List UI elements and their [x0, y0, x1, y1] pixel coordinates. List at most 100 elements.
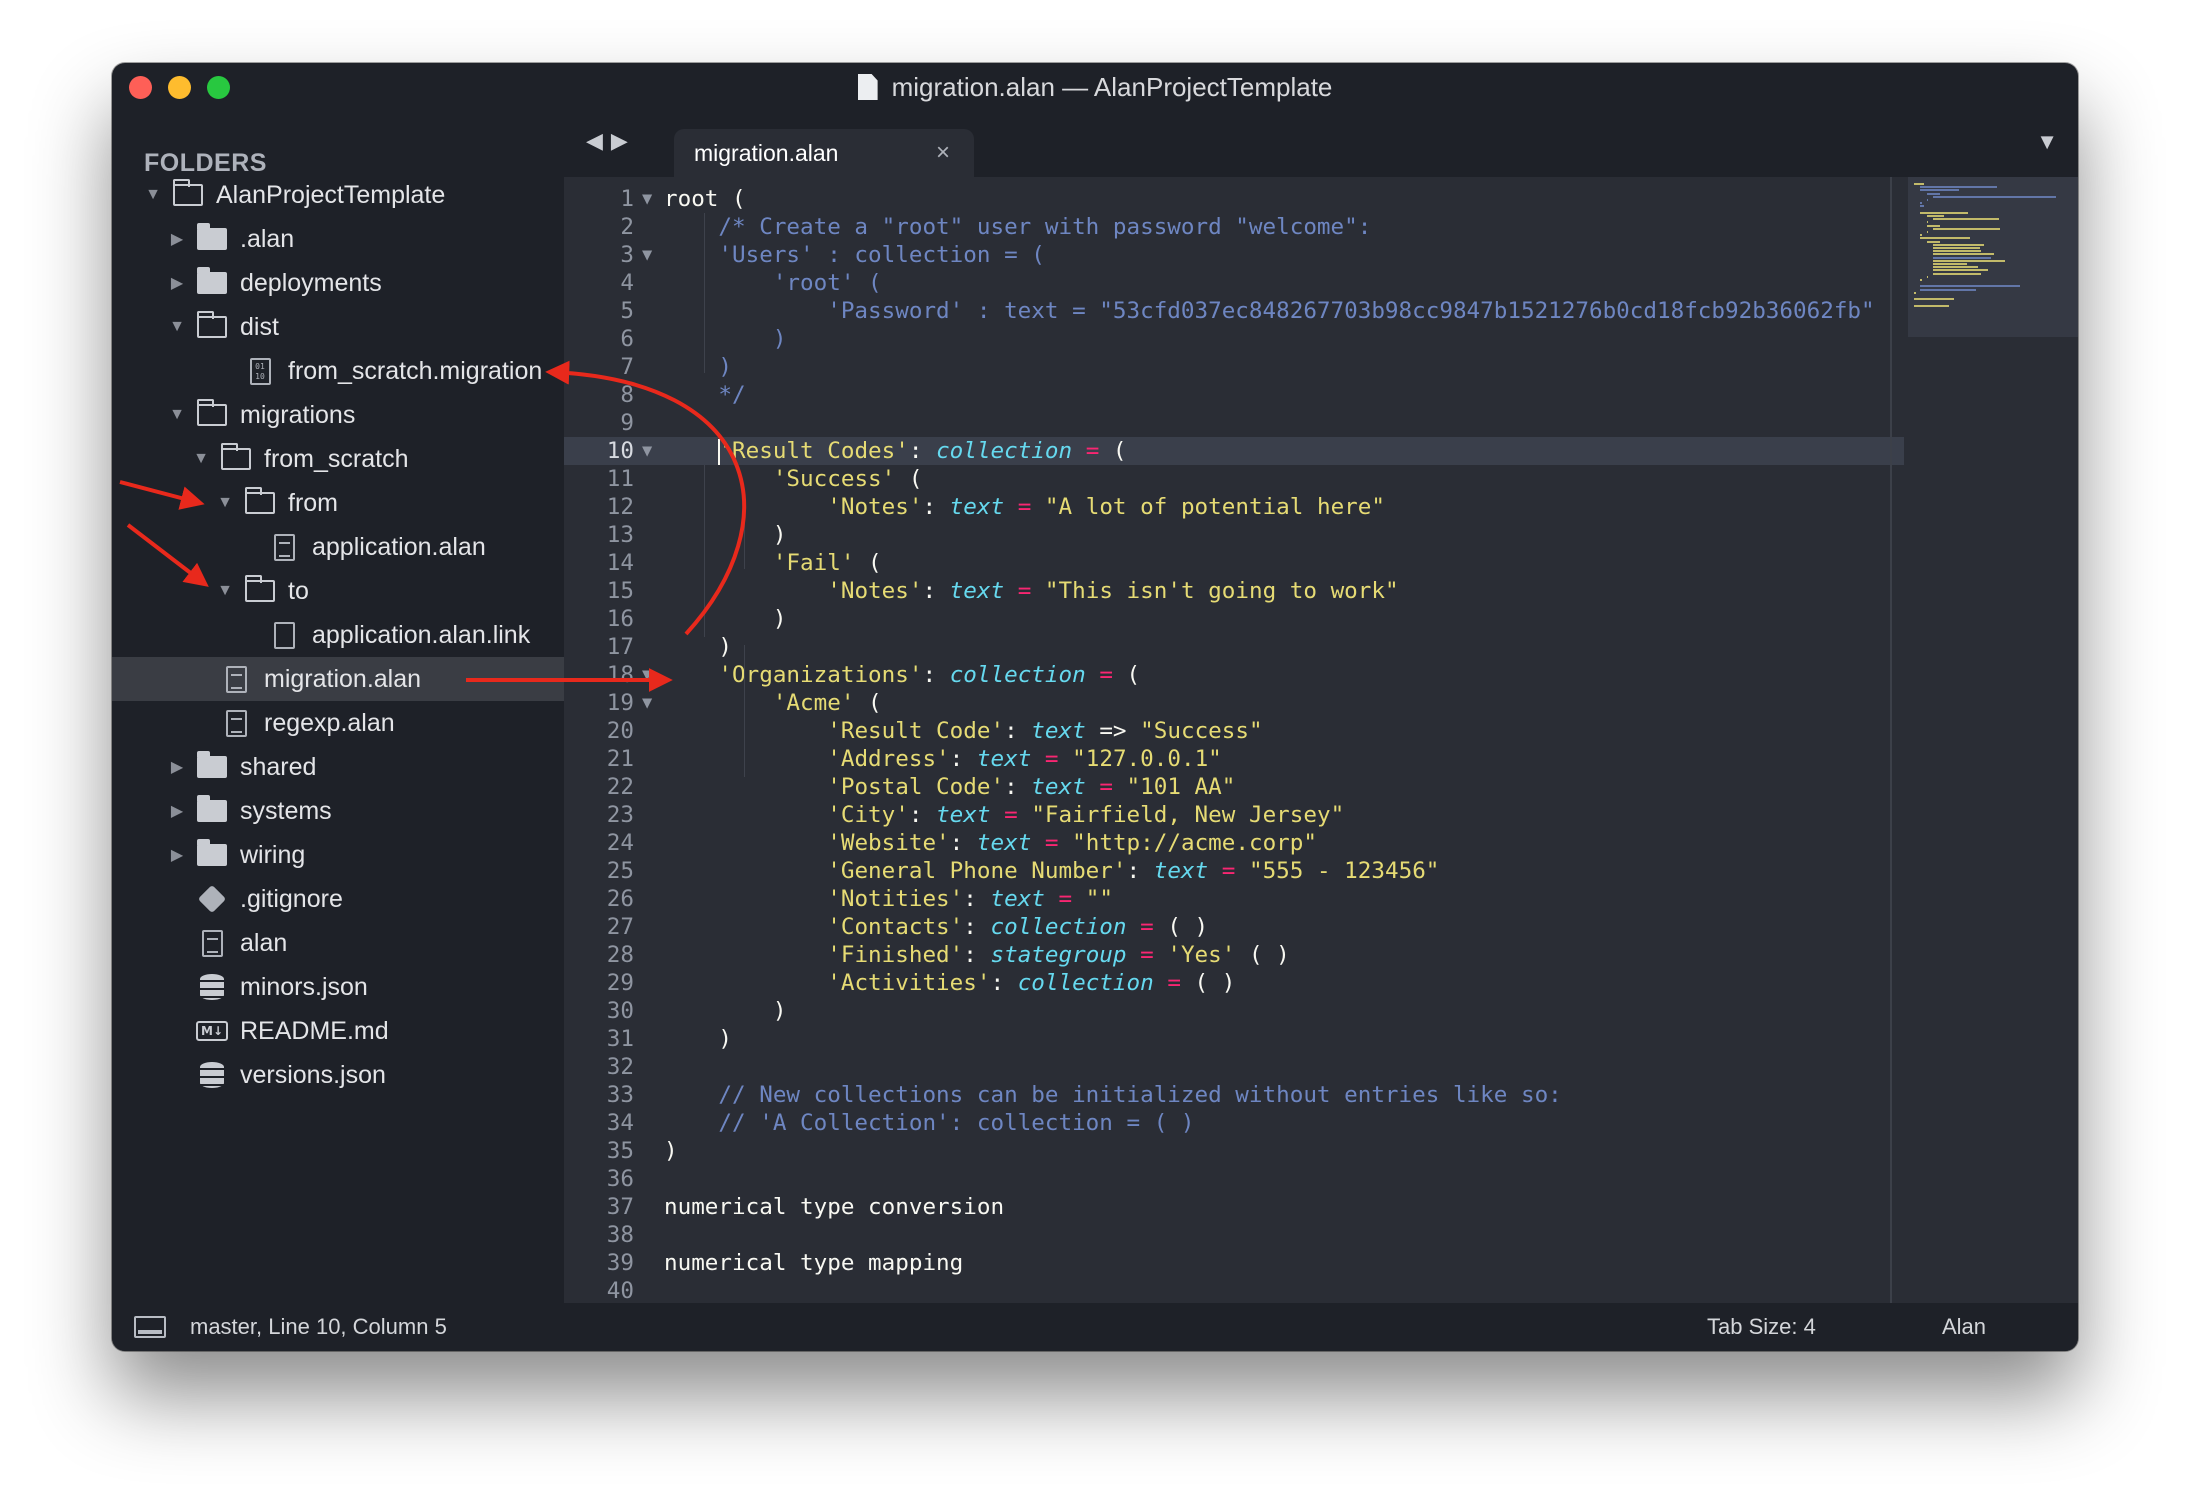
zoom-window-button[interactable]: [207, 76, 230, 99]
close-window-button[interactable]: [129, 76, 152, 99]
fold-toggle-icon[interactable]: ▼: [642, 241, 652, 269]
line-number: 22: [606, 774, 634, 800]
code-line[interactable]: 19 ▼ 'Acme' (: [564, 689, 1904, 717]
tab-migration-alan[interactable]: migration.alan ×: [674, 129, 974, 177]
tree-item[interactable]: versions.json: [112, 1053, 564, 1097]
code-text: ): [664, 354, 733, 380]
code-line[interactable]: 22 'Postal Code': text = "101 AA": [564, 773, 1904, 801]
disclosure-open-icon[interactable]: ▼: [192, 450, 210, 468]
fold-toggle-icon[interactable]: ▼: [642, 661, 652, 689]
indent-guide: [704, 465, 705, 637]
code-line[interactable]: 34 // 'A Collection': collection = ( ): [564, 1109, 1904, 1137]
tree-item[interactable]: regexp.alan: [112, 701, 564, 745]
disclosure-open-icon[interactable]: ▼: [216, 582, 234, 600]
tree-item[interactable]: ▶ shared: [112, 745, 564, 789]
code-line[interactable]: 6 ): [564, 325, 1904, 353]
disclosure-open-icon[interactable]: ▼: [216, 494, 234, 512]
minimap-line: [1920, 234, 1922, 237]
tree-item[interactable]: 01 10 from_scratch.migration: [112, 349, 564, 393]
code-editor[interactable]: 1 ▼ root (2 /* Create a "root" user with p…: [564, 177, 2078, 1303]
code-line[interactable]: 37 numerical type conversion: [564, 1193, 1904, 1221]
disclosure-open-icon[interactable]: ▼: [168, 318, 186, 336]
tree-item[interactable]: ▼ dist: [112, 305, 564, 349]
minimap-line: [1933, 253, 1994, 256]
fold-toggle-icon[interactable]: ▼: [642, 185, 652, 213]
code-line[interactable]: 35): [564, 1137, 1904, 1165]
code-line[interactable]: 10 ▼ 'Result Codes': collection = (: [564, 437, 1904, 465]
code-line[interactable]: 3 ▼ 'Users' : collection = (: [564, 241, 1904, 269]
code-line[interactable]: 5 'Password' : text = "53cfd037ec8482677…: [564, 297, 1904, 325]
disclosure-closed-icon[interactable]: ▶: [168, 845, 186, 865]
tree-item[interactable]: application.alan.link: [112, 613, 564, 657]
code-line[interactable]: 39 numerical type mapping: [564, 1249, 1904, 1277]
tree-item[interactable]: ▼ from_scratch: [112, 437, 564, 481]
code-line[interactable]: 8 */: [564, 381, 1904, 409]
tree-item[interactable]: ▶ systems: [112, 789, 564, 833]
code-line[interactable]: 13 ): [564, 521, 1904, 549]
tree-item[interactable]: ▼ from: [112, 481, 564, 525]
code-line[interactable]: 36: [564, 1165, 1904, 1193]
code-text: ): [664, 1138, 678, 1164]
disclosure-closed-icon[interactable]: ▶: [168, 801, 186, 821]
disclosure-open-icon[interactable]: ▼: [168, 406, 186, 424]
code-line[interactable]: 7 ): [564, 353, 1904, 381]
code-line[interactable]: 4 'root' (: [564, 269, 1904, 297]
code-line[interactable]: 31 ): [564, 1025, 1904, 1053]
code-line[interactable]: 9: [564, 409, 1904, 437]
code-line[interactable]: 16 ): [564, 605, 1904, 633]
tree-item[interactable]: ▶ deployments: [112, 261, 564, 305]
code-line[interactable]: 32: [564, 1053, 1904, 1081]
code-line[interactable]: 2 /* Create a "root" user with password …: [564, 213, 1904, 241]
tree-item[interactable]: ▶ .alan: [112, 217, 564, 261]
code-line[interactable]: 17 ): [564, 633, 1904, 661]
code-line[interactable]: 12 'Notes': text = "A lot of potential h…: [564, 493, 1904, 521]
code-line[interactable]: 24 'Website': text = "http://acme.corp": [564, 829, 1904, 857]
tree-item[interactable]: application.alan: [112, 525, 564, 569]
tree-item[interactable]: alan: [112, 921, 564, 965]
tree-item[interactable]: ▶ wiring: [112, 833, 564, 877]
code-text: 'Password' : text = "53cfd037ec848267703…: [664, 298, 1875, 324]
tree-item[interactable]: ▼ to: [112, 569, 564, 613]
code-line[interactable]: 18 ▼ 'Organizations': collection = (: [564, 661, 1904, 689]
tab-size-selector[interactable]: Tab Size: 4: [1707, 1314, 1816, 1340]
disclosure-closed-icon[interactable]: ▶: [168, 273, 186, 293]
code-line[interactable]: 29 'Activities': collection = ( ): [564, 969, 1904, 997]
code-line[interactable]: 30 ): [564, 997, 1904, 1025]
fold-toggle-icon[interactable]: ▼: [642, 689, 652, 717]
tree-item[interactable]: minors.json: [112, 965, 564, 1009]
disclosure-open-icon[interactable]: ▼: [144, 186, 162, 204]
minimize-window-button[interactable]: [168, 76, 191, 99]
code-line[interactable]: 27 'Contacts': collection = ( ): [564, 913, 1904, 941]
panel-toggle-icon[interactable]: [134, 1316, 166, 1338]
close-icon[interactable]: ×: [936, 139, 950, 167]
chevron-right-icon[interactable]: ▶: [611, 128, 636, 153]
code-line[interactable]: 20 'Result Code': text => "Success": [564, 717, 1904, 745]
tree-item[interactable]: M↓ README.md: [112, 1009, 564, 1053]
tree-item[interactable]: .gitignore: [112, 877, 564, 921]
code-line[interactable]: 11 'Success' (: [564, 465, 1904, 493]
code-line[interactable]: 23 'City': text = "Fairfield, New Jersey…: [564, 801, 1904, 829]
code-line[interactable]: 14 'Fail' (: [564, 549, 1904, 577]
tree-item[interactable]: ▼ migrations: [112, 393, 564, 437]
code-line[interactable]: 15 'Notes': text = "This isn't going to …: [564, 577, 1904, 605]
code-line[interactable]: 38: [564, 1221, 1904, 1249]
code-line[interactable]: 25 'General Phone Number': text = "555 -…: [564, 857, 1904, 885]
minimap[interactable]: [1908, 177, 2078, 1303]
code-line[interactable]: 26 'Notities': text = "": [564, 885, 1904, 913]
chevron-down-icon[interactable]: ▼: [2036, 129, 2058, 155]
syntax-selector[interactable]: Alan: [1942, 1314, 1986, 1340]
code-line[interactable]: 40: [564, 1277, 1904, 1303]
code-line[interactable]: 28 'Finished': stategroup = 'Yes' ( ): [564, 941, 1904, 969]
disclosure-closed-icon[interactable]: ▶: [168, 229, 186, 249]
tree-item-label: regexp.alan: [264, 708, 395, 737]
line-number: 19: [606, 690, 634, 716]
tree-item[interactable]: migration.alan: [112, 657, 564, 701]
chevron-left-icon[interactable]: ◀: [586, 128, 611, 153]
minimap-line: [1933, 263, 1967, 265]
tree-item[interactable]: ▼ AlanProjectTemplate: [112, 173, 564, 217]
disclosure-closed-icon[interactable]: ▶: [168, 757, 186, 777]
fold-toggle-icon[interactable]: ▼: [642, 437, 652, 465]
code-line[interactable]: 33 // New collections can be initialized…: [564, 1081, 1904, 1109]
code-line[interactable]: 21 'Address': text = "127.0.0.1": [564, 745, 1904, 773]
code-line[interactable]: 1 ▼ root (: [564, 185, 1904, 213]
